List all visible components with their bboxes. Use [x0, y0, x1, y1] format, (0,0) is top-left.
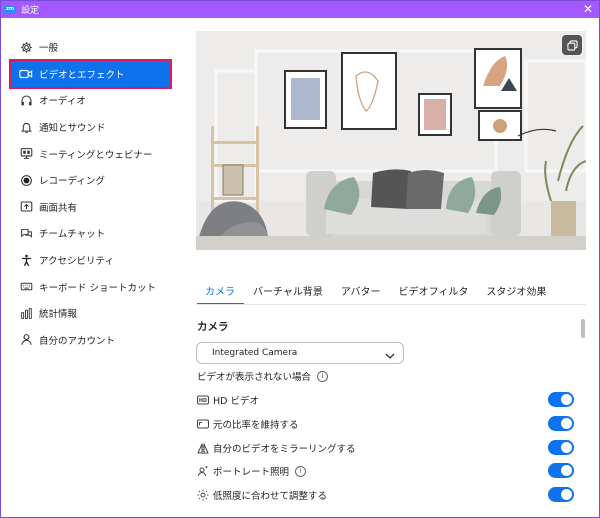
sidebar-item-label: キーボード ショートカット	[39, 282, 157, 294]
option-label: 元の比率を維持する	[213, 420, 299, 431]
sidebar-item-statistics[interactable]: 統計情報	[10, 300, 170, 327]
video-tabs: カメラ バーチャル背景 アバター ビデオフィルタ スタジオ効果	[197, 285, 555, 305]
accessibility-icon	[19, 253, 33, 267]
option-label: ポートレート照明	[213, 467, 290, 478]
chat-icon	[19, 226, 33, 240]
hd-icon: HD	[197, 394, 209, 406]
option-label: 自分のビデオをミラーリングする	[213, 444, 356, 455]
share-screen-icon	[19, 200, 33, 214]
aspect-ratio-icon	[197, 418, 209, 430]
sidebar-item-label: オーディオ	[39, 96, 86, 108]
sidebar-item-team-chat[interactable]: チームチャット	[10, 220, 170, 247]
sidebar-item-audio[interactable]: オーディオ	[10, 87, 170, 114]
sidebar-item-recording[interactable]: レコーディング	[10, 167, 170, 194]
keyboard-icon	[19, 280, 33, 294]
no-video-label: ビデオが表示されない場合	[197, 372, 312, 383]
record-icon	[19, 173, 33, 187]
camera-select-value: Integrated Camera	[212, 348, 298, 358]
option-hd-video: HD HD ビデオ	[197, 390, 577, 410]
video-camera-icon	[19, 67, 33, 81]
mirror-video-toggle[interactable]	[548, 440, 574, 455]
low-light-toggle[interactable]	[548, 487, 574, 502]
sidebar-item-screen-share[interactable]: 画面共有	[10, 194, 170, 221]
tab-video-filters[interactable]: ビデオフィルタ	[390, 285, 478, 305]
option-mirror-video: 自分のビデオをミラーリングする	[197, 438, 577, 458]
sidebar-item-account[interactable]: 自分のアカウント	[10, 327, 170, 354]
bell-icon	[19, 120, 33, 134]
info-icon[interactable]: i	[317, 370, 329, 382]
no-video-help: ビデオが表示されない場合 i	[197, 369, 329, 383]
option-low-light: 低照度に合わせて調整する	[197, 485, 577, 505]
preview-image	[196, 31, 586, 250]
zoom-app-icon: zm	[4, 5, 16, 14]
stats-icon	[19, 306, 33, 320]
svg-text:HD: HD	[199, 398, 207, 404]
tab-camera[interactable]: カメラ	[197, 285, 244, 305]
sidebar-item-meetings[interactable]: ミーティングとウェビナー	[10, 140, 170, 167]
headphones-icon	[19, 93, 33, 107]
content-scrollbar[interactable]	[581, 319, 585, 338]
sidebar-item-label: 一般	[39, 43, 59, 55]
sidebar-item-label: 画面共有	[39, 202, 78, 214]
camera-preview	[196, 31, 586, 250]
brightness-icon	[197, 489, 209, 501]
hd-video-toggle[interactable]	[548, 392, 574, 407]
info-icon[interactable]: i	[295, 465, 307, 477]
tab-avatars[interactable]: アバター	[332, 285, 390, 305]
sidebar-item-label: ビデオとエフェクト	[39, 69, 125, 81]
sidebar-item-notifications[interactable]: 通知とサウンド	[10, 114, 170, 141]
sidebar-item-label: 自分のアカウント	[39, 335, 116, 347]
sidebar-item-keyboard-shortcuts[interactable]: キーボード ショートカット	[10, 273, 170, 300]
camera-select[interactable]: Integrated Camera	[196, 342, 404, 364]
copy-icon[interactable]	[562, 35, 582, 55]
settings-window: zm 設定 ✕ 一般 ビデオとエフェクト オーディオ 通知とサウンド ミーティン…	[0, 0, 600, 518]
sidebar-item-video-effects[interactable]: ビデオとエフェクト	[9, 58, 172, 89]
monitor-icon	[19, 147, 33, 161]
user-icon	[19, 333, 33, 347]
tab-studio-effects[interactable]: スタジオ効果	[477, 285, 555, 305]
portrait-lighting-toggle[interactable]	[548, 463, 574, 478]
tab-divider	[197, 304, 586, 305]
chevron-down-icon	[385, 348, 395, 368]
sidebar-item-general[interactable]: 一般	[10, 34, 170, 61]
sidebar-item-label: 統計情報	[39, 309, 78, 321]
sidebar-item-accessibility[interactable]: アクセシビリティ	[10, 247, 170, 274]
option-label: HD ビデオ	[213, 396, 259, 407]
camera-section-title: カメラ	[197, 321, 229, 333]
title-bar: zm 設定 ✕	[1, 1, 599, 18]
original-ratio-toggle[interactable]	[548, 416, 574, 431]
sidebar-item-label: レコーディング	[39, 176, 105, 188]
option-portrait-lighting: ポートレート照明 i	[197, 461, 577, 481]
sidebar-item-label: ミーティングとウェビナー	[39, 149, 153, 161]
option-original-ratio: 元の比率を維持する	[197, 414, 577, 434]
tab-virtual-background[interactable]: バーチャル背景	[244, 285, 332, 305]
settings-sidebar: 一般 ビデオとエフェクト オーディオ 通知とサウンド ミーティングとウェビナー	[9, 34, 172, 354]
gear-icon	[19, 40, 33, 54]
mirror-icon	[197, 442, 209, 454]
portrait-light-icon	[197, 465, 209, 477]
sidebar-item-label: 通知とサウンド	[39, 123, 106, 135]
close-button[interactable]: ✕	[583, 2, 593, 16]
window-title: 設定	[21, 6, 40, 16]
sidebar-item-label: アクセシビリティ	[39, 256, 114, 268]
sidebar-item-label: チームチャット	[39, 229, 106, 241]
option-label: 低照度に合わせて調整する	[213, 491, 328, 502]
